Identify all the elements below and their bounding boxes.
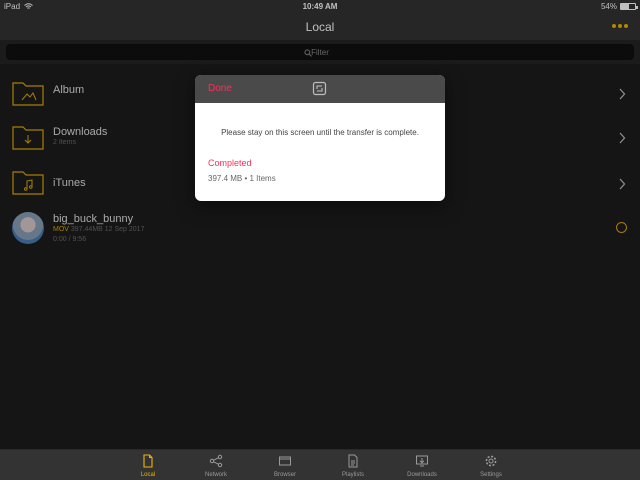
filter-input[interactable] bbox=[6, 44, 634, 60]
video-size-date: 397.44MB 12 Sep 2017 bbox=[70, 226, 145, 233]
browser-icon bbox=[279, 456, 291, 466]
more-button[interactable] bbox=[612, 23, 628, 29]
video-item[interactable]: big_buck_bunny MOV 397.44MB 12 Sep 2017 … bbox=[0, 212, 640, 254]
status-bar: iPad 10:49 AM 54% bbox=[0, 0, 640, 14]
tab-network[interactable]: Network bbox=[186, 453, 246, 480]
tab-local[interactable]: Local bbox=[118, 453, 178, 480]
music-folder-icon bbox=[12, 171, 44, 195]
item-title: Downloads bbox=[53, 126, 108, 138]
tab-label: Settings bbox=[480, 472, 502, 478]
video-title: big_buck_bunny bbox=[53, 213, 134, 225]
playlist-icon bbox=[348, 454, 358, 468]
chevron-right-icon bbox=[619, 132, 626, 144]
transfer-icon bbox=[312, 81, 327, 96]
transfer-status: Completed bbox=[208, 158, 252, 168]
tab-label: Playlists bbox=[341, 472, 364, 478]
filter-bar bbox=[0, 40, 640, 64]
battery-percent: 54% bbox=[600, 2, 617, 11]
more-dot-icon bbox=[612, 24, 616, 28]
dialog-header: Done bbox=[195, 75, 445, 103]
video-meta: MOV 397.44MB 12 Sep 2017 bbox=[53, 226, 144, 233]
chevron-right-icon bbox=[619, 178, 626, 190]
dialog-message: Please stay on this screen until the tra… bbox=[221, 128, 419, 137]
item-subtitle: 2 Items bbox=[53, 139, 76, 146]
select-circle-icon[interactable] bbox=[616, 222, 627, 233]
navigation-bar: Local bbox=[0, 14, 640, 40]
tab-playlists[interactable]: Playlists bbox=[323, 453, 383, 480]
tab-label: Local bbox=[140, 472, 156, 478]
more-dot-icon bbox=[618, 24, 622, 28]
tab-label: Downloads bbox=[407, 472, 437, 478]
format-badge: MOV bbox=[53, 226, 69, 233]
clock: 10:49 AM bbox=[302, 2, 338, 11]
done-button[interactable]: Done bbox=[208, 83, 232, 94]
page-title: Local bbox=[305, 20, 335, 34]
video-progress: 0:00 / 9:56 bbox=[53, 236, 87, 243]
tab-settings[interactable]: Settings bbox=[461, 453, 521, 480]
tab-downloads[interactable]: Downloads bbox=[392, 453, 452, 480]
transfer-detail: 397.4 MB • 1 Items bbox=[208, 174, 276, 183]
tab-label: Browser bbox=[273, 472, 296, 478]
tab-browser[interactable]: Browser bbox=[255, 453, 315, 480]
item-title: Album bbox=[53, 84, 85, 96]
transfer-dialog: Done Please stay on this screen until th… bbox=[195, 75, 445, 201]
tab-bar: Local Network Browser Playlists Download… bbox=[0, 449, 640, 480]
item-title: iTunes bbox=[53, 177, 86, 189]
download-folder-icon bbox=[12, 126, 44, 150]
share-icon bbox=[209, 454, 223, 468]
video-thumbnail bbox=[12, 212, 44, 244]
battery-icon bbox=[620, 3, 638, 10]
tab-label: Network bbox=[204, 472, 227, 478]
chevron-right-icon bbox=[619, 88, 626, 100]
gear-icon bbox=[485, 455, 497, 467]
photo-folder-icon bbox=[12, 82, 44, 106]
file-icon bbox=[143, 454, 153, 468]
more-dot-icon bbox=[624, 24, 628, 28]
download-icon bbox=[416, 455, 428, 467]
